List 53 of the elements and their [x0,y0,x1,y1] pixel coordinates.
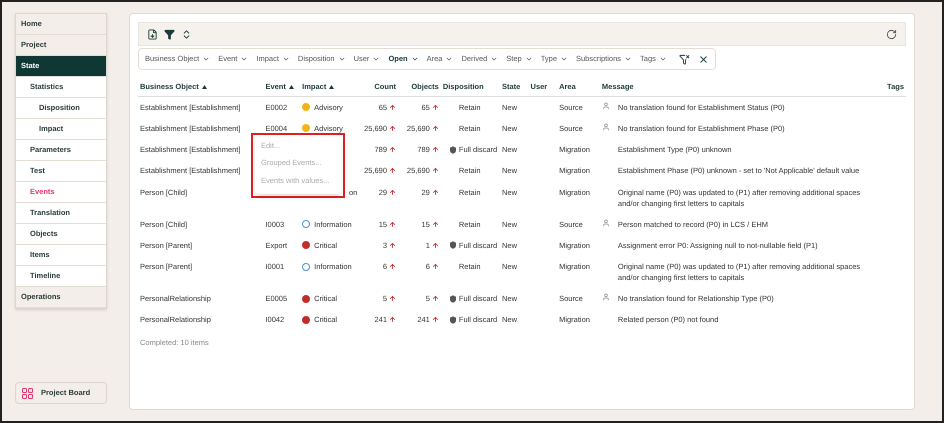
chevron-down-icon [338,55,346,63]
close-icon[interactable] [698,54,709,64]
arrow-up-icon [389,146,396,154]
arrow-up-icon [432,188,439,196]
arrow-up-icon [389,220,396,228]
arrow-up-icon [432,146,439,154]
chevron-down-icon [410,55,419,63]
grid-icon [22,388,33,398]
arrow-up-icon [389,242,396,249]
shield-icon [448,294,457,303]
arrow-up-icon [389,188,396,196]
shield-icon [448,146,457,154]
critical-icon [302,294,310,303]
chevron-down-icon [624,55,632,63]
chevron-down-icon [445,55,454,63]
chevron-down-icon [202,55,210,63]
advisory-icon [302,124,310,132]
sort-arrow-icon [202,84,207,89]
chevron-down-icon [372,55,380,63]
sort-arrow-icon [329,84,334,89]
chevron-down-icon [282,55,290,63]
filter-icon[interactable] [164,28,175,40]
information-icon [302,220,310,228]
arrow-up-icon [432,242,439,249]
shield-icon [448,241,457,250]
arrow-up-icon [389,295,396,302]
sort-icon[interactable] [181,28,192,40]
export-icon[interactable] [147,28,158,40]
information-icon [302,262,310,271]
chevron-down-icon [658,55,667,63]
arrow-up-icon [432,104,439,111]
arrow-up-icon [389,167,396,174]
arrow-up-icon [389,104,396,111]
arrow-up-icon [432,167,439,174]
clear-filter-icon[interactable] [678,54,690,64]
advisory-icon [302,103,310,112]
arrow-up-icon [432,316,439,324]
arrow-up-icon [432,295,439,302]
chevron-down-icon [240,55,248,63]
refresh-icon[interactable] [886,28,897,40]
arrow-up-icon [432,220,439,228]
chevron-down-icon [490,55,498,63]
arrow-up-icon [432,124,439,132]
arrow-up-icon [389,316,396,324]
chevron-down-icon [560,55,568,63]
sort-arrow-icon [288,84,294,89]
chevron-down-icon [524,55,533,63]
critical-icon [302,316,310,324]
shield-icon [448,316,457,324]
critical-icon [302,241,310,250]
arrow-up-icon [432,263,439,270]
arrow-up-icon [389,263,396,270]
arrow-up-icon [389,124,396,132]
